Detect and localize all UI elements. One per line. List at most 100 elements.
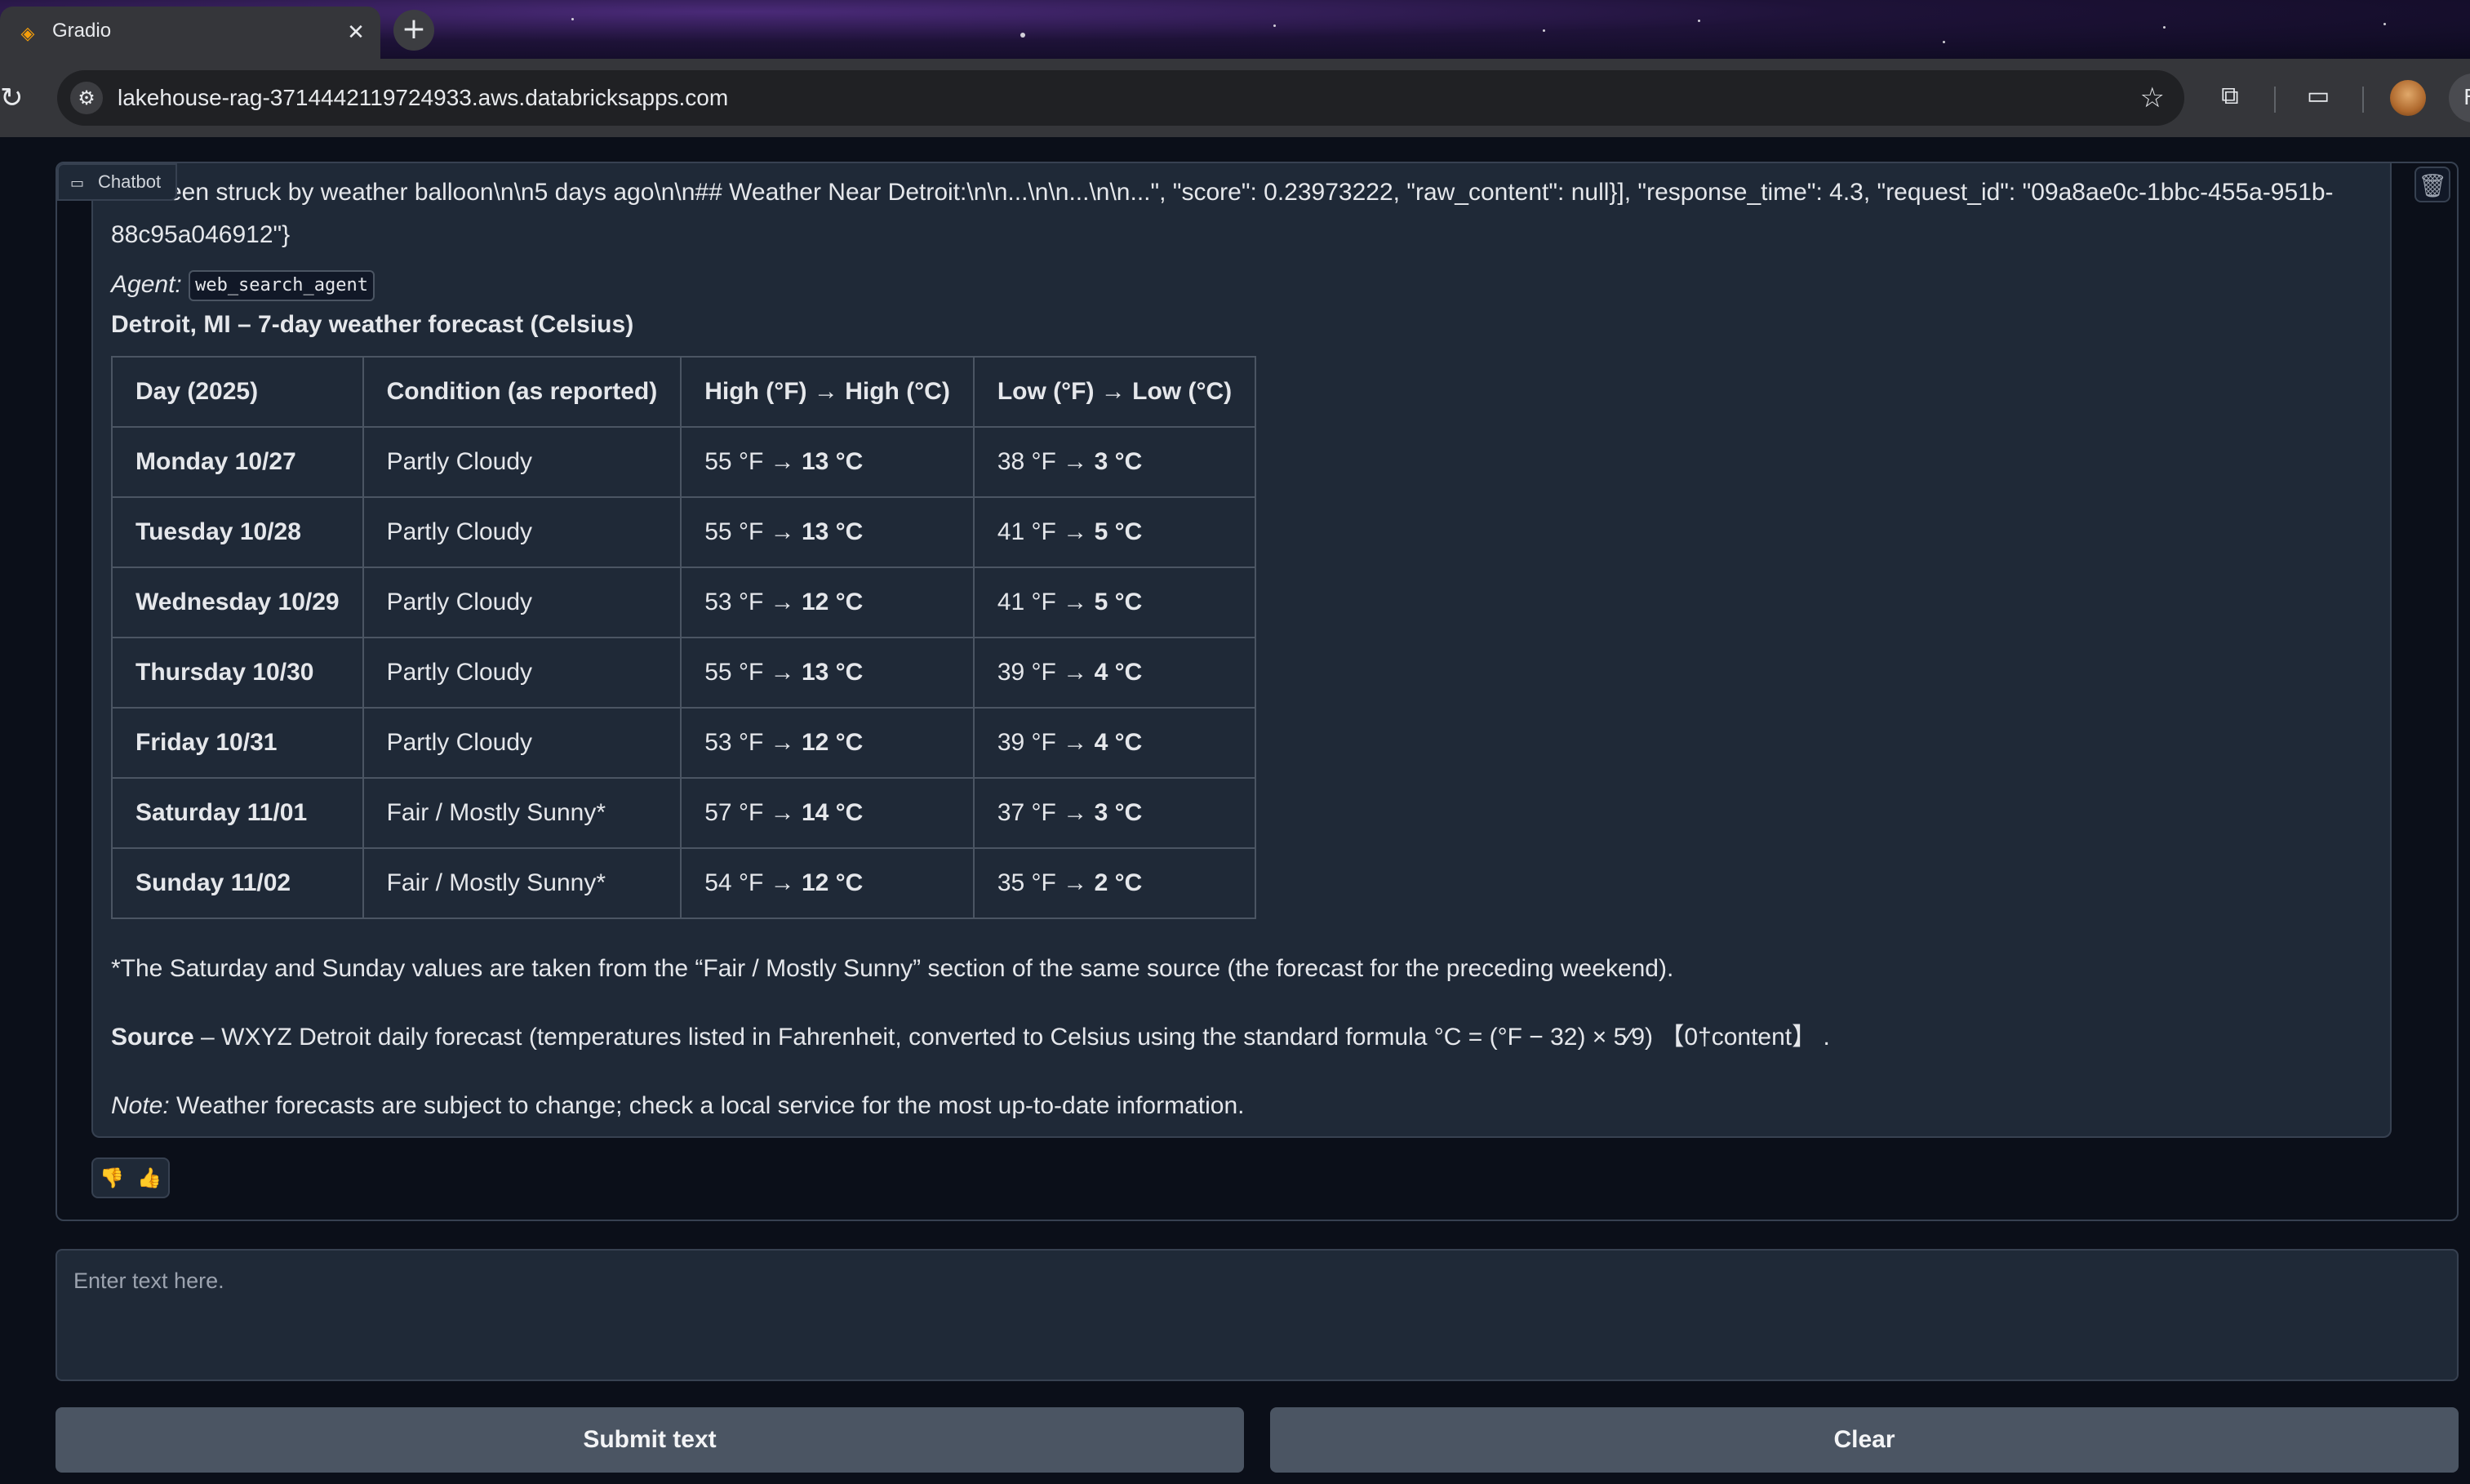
low-c: 4 °C [1094,729,1143,756]
trash-icon[interactable]: 🗑 [2414,167,2450,202]
high-f: 54 °F → [704,869,795,896]
message-input[interactable] [57,1251,2457,1380]
column-header: Condition (as reported) [362,356,682,428]
column-header: Low (°F) → Low (°C) [972,356,1257,428]
decorative-star [1273,24,1276,27]
forecast-table: Day (2025) Condition (as reported) High … [111,356,1257,919]
high-cell: 55 °F → 13 °C [680,637,975,709]
submit-button[interactable]: Submit text [56,1407,1244,1473]
clear-button[interactable]: Clear [1270,1407,2459,1473]
puzzle-icon[interactable]: ⧉ [2212,78,2248,114]
decorative-star [1943,41,1945,43]
table-row: Wednesday 10/29 Partly Cloudy 53 °F → 12… [111,566,1257,638]
high-c: 13 °C [801,659,864,686]
day-cell: Sunday 11/02 [111,847,364,919]
decorative-star [2383,23,2386,25]
source-text: – WXYZ Detroit daily forecast (temperatu… [193,1024,1830,1051]
low-f: 39 °F → [997,659,1088,686]
condition-cell: Partly Cloudy [362,707,682,779]
low-c: 5 °C [1094,518,1143,545]
high-f: 55 °F → [704,659,795,686]
high-cell: 57 °F → 14 °C [680,777,975,849]
feedback-buttons: 👎 👍 [91,1157,170,1198]
low-cell: 39 °F → 4 °C [972,637,1257,709]
message-input-box [56,1249,2459,1381]
day-cell: Wednesday 10/29 [111,566,364,638]
table-row: Tuesday 10/28 Partly Cloudy 55 °F → 13 °… [111,496,1257,568]
low-f: 41 °F → [997,589,1088,615]
raw-output-line: 88c95a046912"} [111,221,291,248]
day-cell: Thursday 10/30 [111,637,364,709]
high-f: 53 °F → [704,589,795,615]
profile-chip[interactable]: F [2449,73,2470,122]
high-c: 12 °C [801,589,864,615]
high-f: 53 °F → [704,729,795,756]
new-tab-button[interactable]: + [393,10,434,51]
browser-tab[interactable]: ◈ Gradio ✕ [0,7,380,59]
high-cell: 53 °F → 12 °C [680,566,975,638]
low-cell: 41 °F → 5 °C [972,496,1257,568]
high-cell: 53 °F → 12 °C [680,707,975,779]
table-header-row: Day (2025) Condition (as reported) High … [111,356,1257,428]
high-f: 55 °F → [704,518,795,545]
decorative-star [2163,26,2166,29]
high-f: 55 °F → [704,448,795,475]
high-cell: 54 °F → 12 °C [680,847,975,919]
tab-search-icon[interactable]: ▭ [2300,78,2336,114]
toolbar-divider [2362,87,2364,113]
thumbs-up-icon[interactable]: 👍 [131,1159,168,1197]
table-row: Friday 10/31 Partly Cloudy 53 °F → 12 °C… [111,707,1257,779]
gradio-icon: ◈ [20,24,35,44]
high-cell: 55 °F → 13 °C [680,496,975,568]
low-f: 39 °F → [997,729,1088,756]
day-cell: Saturday 11/01 [111,777,364,849]
low-cell: 35 °F → 2 °C [972,847,1257,919]
low-f: 38 °F → [997,448,1088,475]
day-cell: Monday 10/27 [111,426,364,498]
source-line: Source – WXYZ Detroit daily forecast (te… [111,1020,1830,1055]
reload-icon[interactable]: ↻ [0,80,33,116]
low-c: 4 °C [1094,659,1143,686]
low-c: 3 °C [1094,799,1143,826]
decorative-star [1543,29,1545,32]
chatbot-label: ▭ Chatbot [57,163,178,201]
agent-line: Agent: web_search_agent [111,268,375,302]
low-c: 5 °C [1094,589,1143,615]
footnote: *The Saturday and Sunday values are take… [111,955,1674,982]
high-cell: 55 °F → 13 °C [680,426,975,498]
avatar[interactable] [2390,80,2426,116]
low-f: 37 °F → [997,799,1088,826]
day-cell: Tuesday 10/28 [111,496,364,568]
agent-prefix: Agent: [111,271,182,298]
decorative-star [1020,33,1025,38]
high-f: 57 °F → [704,799,795,826]
condition-cell: Partly Cloudy [362,566,682,638]
high-c: 12 °C [801,729,864,756]
star-icon[interactable]: ☆ [2140,80,2165,116]
high-c: 13 °C [801,448,864,475]
low-cell: 39 °F → 4 °C [972,707,1257,779]
forecast-title: Detroit, MI – 7-day weather forecast (Ce… [111,311,634,338]
column-header: High (°F) → High (°C) [680,356,975,428]
table-row: Monday 10/27 Partly Cloudy 55 °F → 13 °C… [111,426,1257,498]
low-c: 2 °C [1094,869,1143,896]
thumbs-down-icon[interactable]: 👎 [93,1159,131,1197]
low-f: 35 °F → [997,869,1088,896]
url-text[interactable]: lakehouse-rag-3714442119724933.aws.datab… [118,85,728,111]
table-row: Thursday 10/30 Partly Cloudy 55 °F → 13 … [111,637,1257,709]
condition-cell: Partly Cloudy [362,637,682,709]
table-row: Saturday 11/01 Fair / Mostly Sunny* 57 °… [111,777,1257,849]
tab-title: Gradio [52,20,112,42]
low-cell: 41 °F → 5 °C [972,566,1257,638]
high-c: 13 °C [801,518,864,545]
close-tab-icon[interactable]: ✕ [341,18,371,47]
note-label: Note: [111,1092,170,1119]
note-text: Weather forecasts are subject to change;… [169,1092,1245,1119]
chatbot-panel: ▭ Chatbot 🗑 een struck by weather balloon… [56,162,2459,1221]
decorative-star [1698,20,1700,22]
low-c: 3 °C [1094,448,1143,475]
tune-icon[interactable]: ⚙ [70,82,103,114]
address-bar[interactable]: ⚙ lakehouse-rag-3714442119724933.aws.dat… [57,70,2184,126]
condition-cell: Fair / Mostly Sunny* [362,847,682,919]
browser-tab-strip: ◈ Gradio ✕ + [0,0,2470,59]
